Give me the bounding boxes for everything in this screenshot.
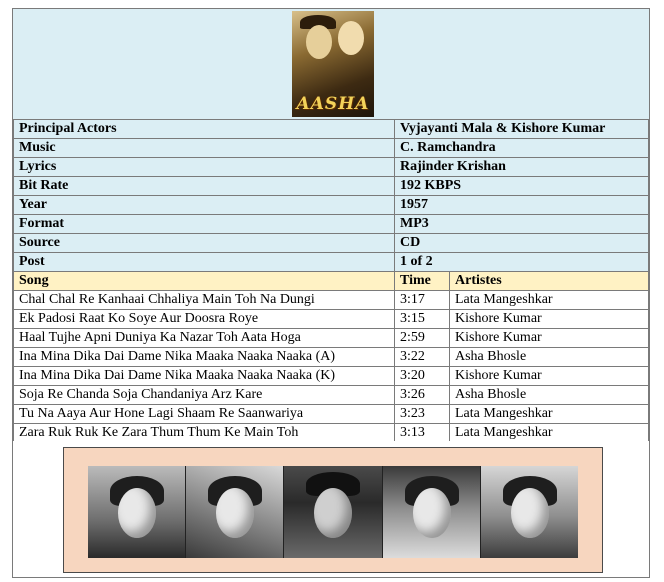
song-artiste: Kishore Kumar [449,366,649,386]
detail-label: Format [13,214,395,234]
song-artiste: Lata Mangeshkar [449,423,649,443]
song-artiste: Lata Mangeshkar [449,290,649,310]
detail-row: Bit Rate 192 KBPS [13,176,649,196]
detail-value: Rajinder Krishan [394,157,649,177]
song-artiste: Kishore Kumar [449,328,649,348]
song-time: 2:59 [394,328,450,348]
detail-row: Principal Actors Vyjayanti Mala & Kishor… [13,119,649,139]
poster-cell: AASHA [13,9,649,120]
song-time: 3:13 [394,423,450,443]
detail-row: Post 1 of 2 [13,252,649,272]
detail-label: Lyrics [13,157,395,177]
detail-row: Format MP3 [13,214,649,234]
song-time: 3:23 [394,404,450,424]
still-photo [88,466,187,558]
detail-value: Vyjayanti Mala & Kishore Kumar [394,119,649,139]
still-photo [186,466,285,558]
detail-value: C. Ramchandra [394,138,649,158]
song-title: Ina Mina Dika Dai Dame Nika Maaka Naaka … [13,347,395,367]
detail-value: CD [394,233,649,253]
detail-label: Post [13,252,395,272]
detail-value: 1957 [394,195,649,215]
still-photo [284,466,383,558]
detail-label: Year [13,195,395,215]
detail-row: Lyrics Rajinder Krishan [13,157,649,177]
song-row: Chal Chal Re Kanhaai Chhaliya Main Toh N… [13,290,649,310]
song-title: Zara Ruk Ruk Ke Zara Thum Thum Ke Main T… [13,423,395,443]
column-header-time: Time [394,271,450,291]
detail-label: Music [13,138,395,158]
photo-face-shape [118,488,156,538]
song-time: 3:15 [394,309,450,329]
song-title: Chal Chal Re Kanhaai Chhaliya Main Toh N… [13,290,395,310]
still-photo [480,466,579,558]
song-row: Ina Mina Dika Dai Dame Nika Maaka Naaka … [13,366,649,386]
song-artiste: Asha Bhosle [449,385,649,405]
song-time: 3:17 [394,290,450,310]
photo-strip-frame [63,447,603,573]
detail-value: 1 of 2 [394,252,649,272]
song-time: 3:20 [394,366,450,386]
song-row: Tu Na Aaya Aur Hone Lagi Shaam Re Saanwa… [13,404,649,424]
song-row: Ina Mina Dika Dai Dame Nika Maaka Naaka … [13,347,649,367]
song-artiste: Asha Bhosle [449,347,649,367]
song-artiste: Kishore Kumar [449,309,649,329]
detail-row: Year 1957 [13,195,649,215]
songs-header-row: Song Time Artistes [13,271,649,291]
song-time: 3:26 [394,385,450,405]
song-title: Soja Re Chanda Soja Chandaniya Arz Kare [13,385,395,405]
song-row: Haal Tujhe Apni Duniya Ka Nazar Toh Aata… [13,328,649,348]
song-title: Haal Tujhe Apni Duniya Ka Nazar Toh Aata… [13,328,395,348]
photo-face-shape [314,488,353,538]
detail-row: Source CD [13,233,649,253]
song-row: Soja Re Chanda Soja Chandaniya Arz Kare … [13,385,649,405]
album-info-table: AASHA Principal Actors Vyjayanti Mala & … [12,8,650,578]
photo-face-shape [412,488,451,538]
song-title: Tu Na Aaya Aur Hone Lagi Shaam Re Saanwa… [13,404,395,424]
column-header-song: Song [13,271,395,291]
movie-poster: AASHA [292,11,374,117]
poster-face-right [338,21,364,55]
detail-label: Bit Rate [13,176,395,196]
photo-strip [88,466,579,558]
column-header-artistes: Artistes [449,271,649,291]
detail-label: Source [13,233,395,253]
detail-value: MP3 [394,214,649,234]
song-artiste: Lata Mangeshkar [449,404,649,424]
photo-face-shape [510,488,549,538]
detail-row: Music C. Ramchandra [13,138,649,158]
song-title: Ek Padosi Raat Ko Soye Aur Doosra Roye [13,309,395,329]
photo-face-shape [216,488,255,538]
poster-title: AASHA [296,94,370,114]
photo-cell [13,441,649,577]
detail-label: Principal Actors [13,119,395,139]
song-row: Ek Padosi Raat Ko Soye Aur Doosra Roye 3… [13,309,649,329]
detail-value: 192 KBPS [394,176,649,196]
song-title: Ina Mina Dika Dai Dame Nika Maaka Naaka … [13,366,395,386]
song-time: 3:22 [394,347,450,367]
song-row: Zara Ruk Ruk Ke Zara Thum Thum Ke Main T… [13,423,649,443]
still-photo [382,466,481,558]
poster-face-left [306,25,332,59]
details-table: Principal Actors Vyjayanti Mala & Kishor… [13,119,649,443]
